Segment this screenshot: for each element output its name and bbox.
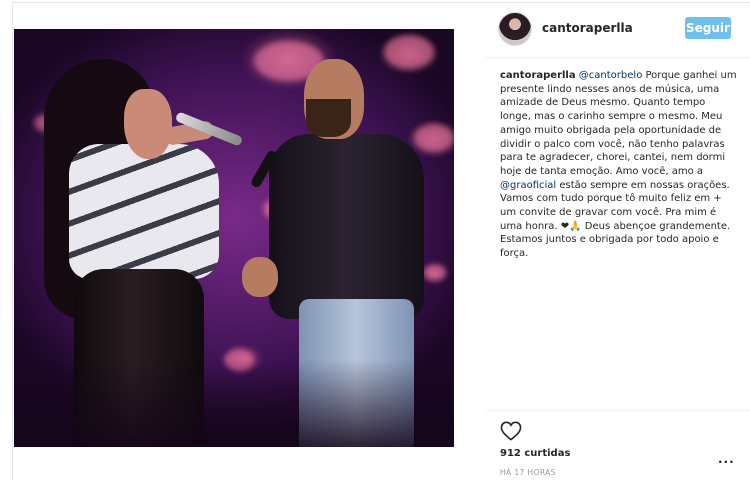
stage-light [424,264,446,280]
follow-button[interactable]: Seguir [685,17,731,39]
singer-woman-top [69,144,219,279]
ellipsis-icon[interactable]: ... [718,452,735,466]
mention-link[interactable]: @cantorbelo [579,70,643,81]
mention-link[interactable]: @graoficial [500,180,556,191]
heart-outline-icon[interactable] [500,421,522,441]
singer-man-hand [242,257,278,297]
stage-floor [14,359,454,447]
singer-man-beard [306,99,351,137]
avatar[interactable] [498,12,532,46]
caption-text: estão sempre em nossas orações. Vamos co… [500,179,731,260]
divider [486,410,750,411]
singer-woman-face [124,89,172,159]
caption: cantoraperlla @cantorbelo Porque ganhei … [500,69,738,261]
singer-man-jacket [269,134,424,319]
likes-count[interactable]: 912 curtidas [500,448,570,459]
post-timestamp[interactable]: HÁ 17 HORAS [500,468,556,477]
divider [486,57,750,58]
caption-text: Porque ganhei um presente lindo nesses a… [500,70,737,177]
caption-author[interactable]: cantoraperlla [500,70,576,81]
post-photo[interactable] [14,29,454,447]
stage-light [414,124,454,152]
username[interactable]: cantoraperlla [542,21,633,35]
post-header: cantoraperlla Seguir [498,12,738,48]
stage-light [384,35,434,69]
